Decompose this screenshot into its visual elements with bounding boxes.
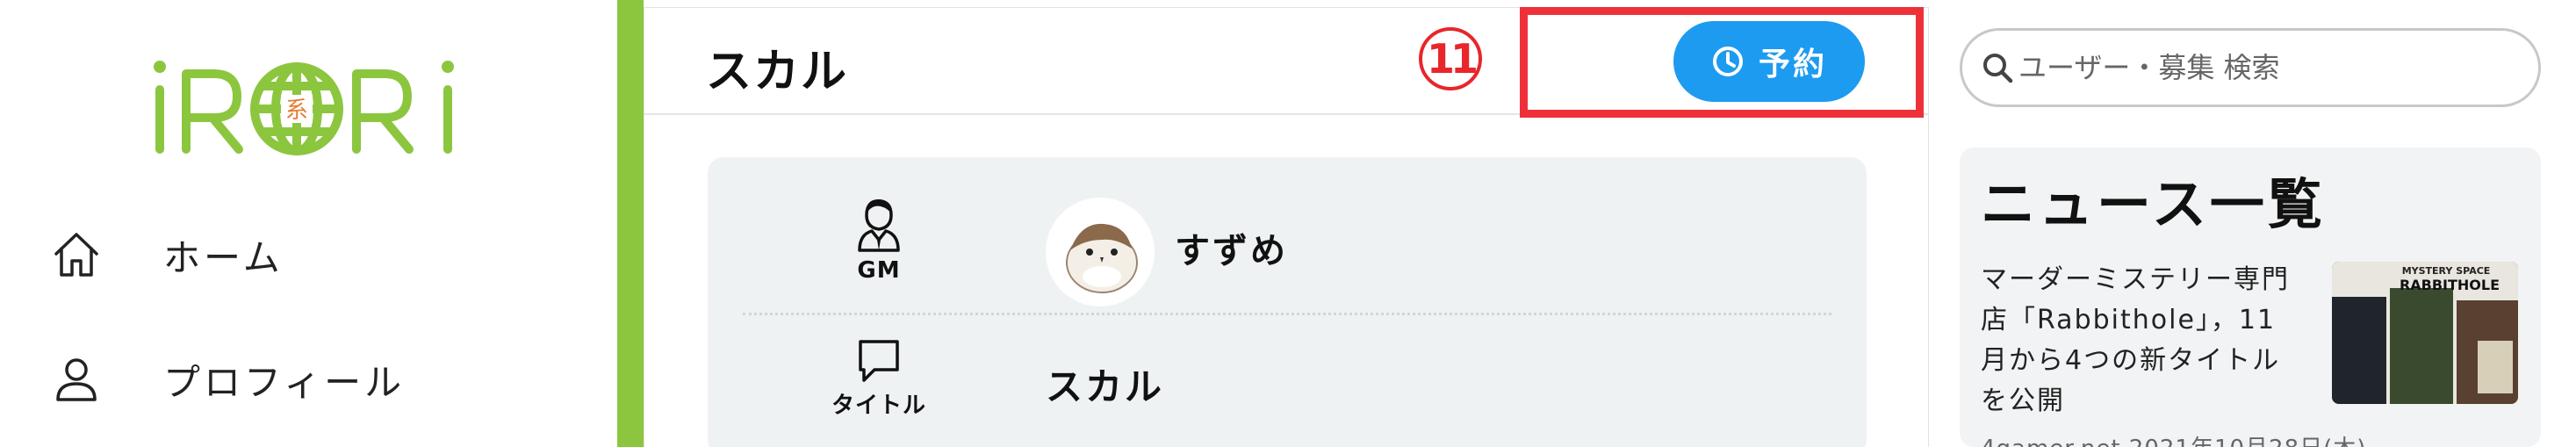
home-icon — [54, 233, 98, 277]
sidebar: 系 ホーム プロフィール — [0, 0, 615, 447]
logo-mark-glyph: 系 — [285, 97, 308, 124]
person-icon — [858, 199, 900, 252]
search-icon — [1983, 54, 2013, 83]
page-title: スカル — [706, 46, 849, 98]
gm-name: すずめ — [1175, 231, 1288, 271]
gm-role-label: GM — [857, 257, 901, 284]
accent-bar — [617, 0, 644, 447]
title-role-cell: タイトル — [826, 336, 932, 420]
sidebar-item-label: ホーム — [163, 235, 284, 279]
iroiri-logo[interactable]: 系 — [149, 47, 465, 156]
speech-bubble-icon — [859, 340, 899, 382]
news-item-source: 4gamer.net 2021年10月28日(木) — [1981, 430, 2366, 447]
bird-avatar[interactable] — [1046, 198, 1155, 306]
sidebar-item-home[interactable]: ホーム — [51, 220, 578, 290]
title-row: タイトル スカル — [743, 317, 1831, 447]
search-box[interactable] — [1960, 28, 2541, 107]
reserve-button[interactable]: 予約 — [1673, 21, 1865, 102]
gm-role-cell: GM — [826, 196, 932, 284]
news-heading: ニュース一覧 — [1981, 172, 2326, 236]
sidebar-item-profile[interactable]: プロフィール — [51, 344, 578, 415]
clock-icon — [1712, 47, 1743, 76]
news-thumbnail[interactable]: MYSTERY SPACE RABBITHOLE — [2332, 262, 2518, 404]
user-icon — [56, 358, 97, 401]
session-info-card: GM すずめ タイトル スカル — [708, 157, 1867, 447]
reserve-button-label: 予約 — [1758, 47, 1827, 83]
title-role-label: タイトル — [831, 393, 926, 419]
scenario-title: スカル — [1046, 365, 1165, 408]
news-thumbnail-title: RABBITHOLE — [2400, 277, 2500, 293]
search-input[interactable] — [2018, 51, 2536, 84]
sidebar-item-label: プロフィール — [163, 360, 406, 404]
news-panel: ニュース一覧 マーダーミステリー専門 店「Rabbithole」，11 月から4… — [1960, 148, 2541, 447]
step-number-badge: 11 — [1419, 27, 1482, 90]
news-thumbnail-caption: MYSTERY SPACE — [2402, 265, 2491, 277]
news-item[interactable]: マーダーミステリー専門 店「Rabbithole」，11 月から4つの新タイトル… — [1981, 260, 2525, 447]
gm-row: GM すずめ — [743, 184, 1831, 315]
